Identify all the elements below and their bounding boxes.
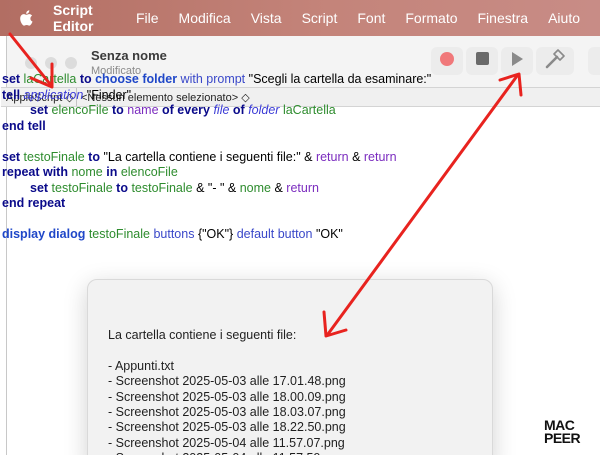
sidebar-toggle-button[interactable] bbox=[588, 47, 600, 75]
dialog-message: La cartella contiene i seguenti file: - A… bbox=[108, 328, 346, 455]
dialog-message-line: - Screenshot 2025-05-04 alle 11.57.59.pn… bbox=[108, 451, 346, 455]
logo-line-2: PEER bbox=[544, 430, 581, 446]
menu-script[interactable]: Script bbox=[302, 10, 338, 26]
code-line: display dialog testoFinale buttons {"OK"… bbox=[2, 227, 343, 241]
dialog-message-line: - Screenshot 2025-05-04 alle 11.57.07.pn… bbox=[108, 435, 345, 450]
dialog-message-line: - Screenshot 2025-05-03 alle 18.22.50.pn… bbox=[108, 420, 346, 435]
compile-button[interactable] bbox=[536, 47, 574, 75]
record-icon bbox=[439, 51, 455, 72]
record-button[interactable] bbox=[431, 47, 463, 75]
document-title: Senza nome bbox=[91, 48, 167, 63]
apple-icon[interactable] bbox=[18, 9, 33, 27]
stop-button[interactable] bbox=[466, 47, 498, 75]
code-line: repeat with nome in elencoFile bbox=[2, 165, 178, 179]
dialog-message-line: La cartella contiene i seguenti file: bbox=[108, 328, 297, 342]
dialog-message-line: - Screenshot 2025-05-03 alle 18.00.09.pn… bbox=[108, 389, 346, 404]
zoom-window-button[interactable] bbox=[65, 57, 77, 69]
code-line: set elencoFile to name of every file of … bbox=[30, 103, 336, 117]
code-line: end tell bbox=[2, 118, 46, 133]
close-window-button[interactable] bbox=[25, 57, 37, 69]
menu-font[interactable]: Font bbox=[357, 10, 385, 26]
play-icon bbox=[510, 51, 524, 72]
menu-file[interactable]: File bbox=[136, 10, 159, 26]
menu-app-name[interactable]: Script Editor bbox=[53, 2, 115, 34]
dialog-message-line: - Appunti.txt bbox=[108, 358, 175, 373]
code-line: set laCartella to choose folder with pro… bbox=[2, 72, 432, 86]
code-line: end repeat bbox=[2, 196, 66, 210]
menu-modifica[interactable]: Modifica bbox=[179, 10, 231, 26]
code-line: tell application "Finder" bbox=[2, 87, 132, 102]
menu-formato[interactable]: Formato bbox=[405, 10, 457, 26]
stop-icon bbox=[475, 52, 489, 70]
code-line: set testoFinale to testoFinale & "- " & … bbox=[30, 180, 319, 195]
minimize-window-button[interactable] bbox=[45, 57, 57, 69]
menu-bar: Script Editor File Modifica Vista Script… bbox=[0, 0, 600, 36]
dialog-message-line: - Screenshot 2025-05-03 alle 18.03.07.pn… bbox=[108, 404, 346, 419]
run-button[interactable] bbox=[501, 47, 533, 75]
dialog-message-line: - Screenshot 2025-05-03 alle 17.01.48.pn… bbox=[108, 374, 346, 389]
code-line: set testoFinale to "La cartella contiene… bbox=[2, 149, 397, 164]
dialog-message-line bbox=[108, 343, 346, 358]
menu-vista[interactable]: Vista bbox=[251, 10, 282, 26]
menu-finestra[interactable]: Finestra bbox=[478, 10, 529, 26]
menu-aiuto[interactable]: Aiuto bbox=[548, 10, 580, 26]
hammer-icon bbox=[544, 48, 566, 74]
result-dialog: La cartella contiene i seguenti file: - A… bbox=[87, 279, 493, 455]
script-code-area[interactable]: set laCartella to choose folder with pro… bbox=[2, 72, 431, 243]
macpeer-logo: MAC PEER bbox=[544, 418, 584, 446]
